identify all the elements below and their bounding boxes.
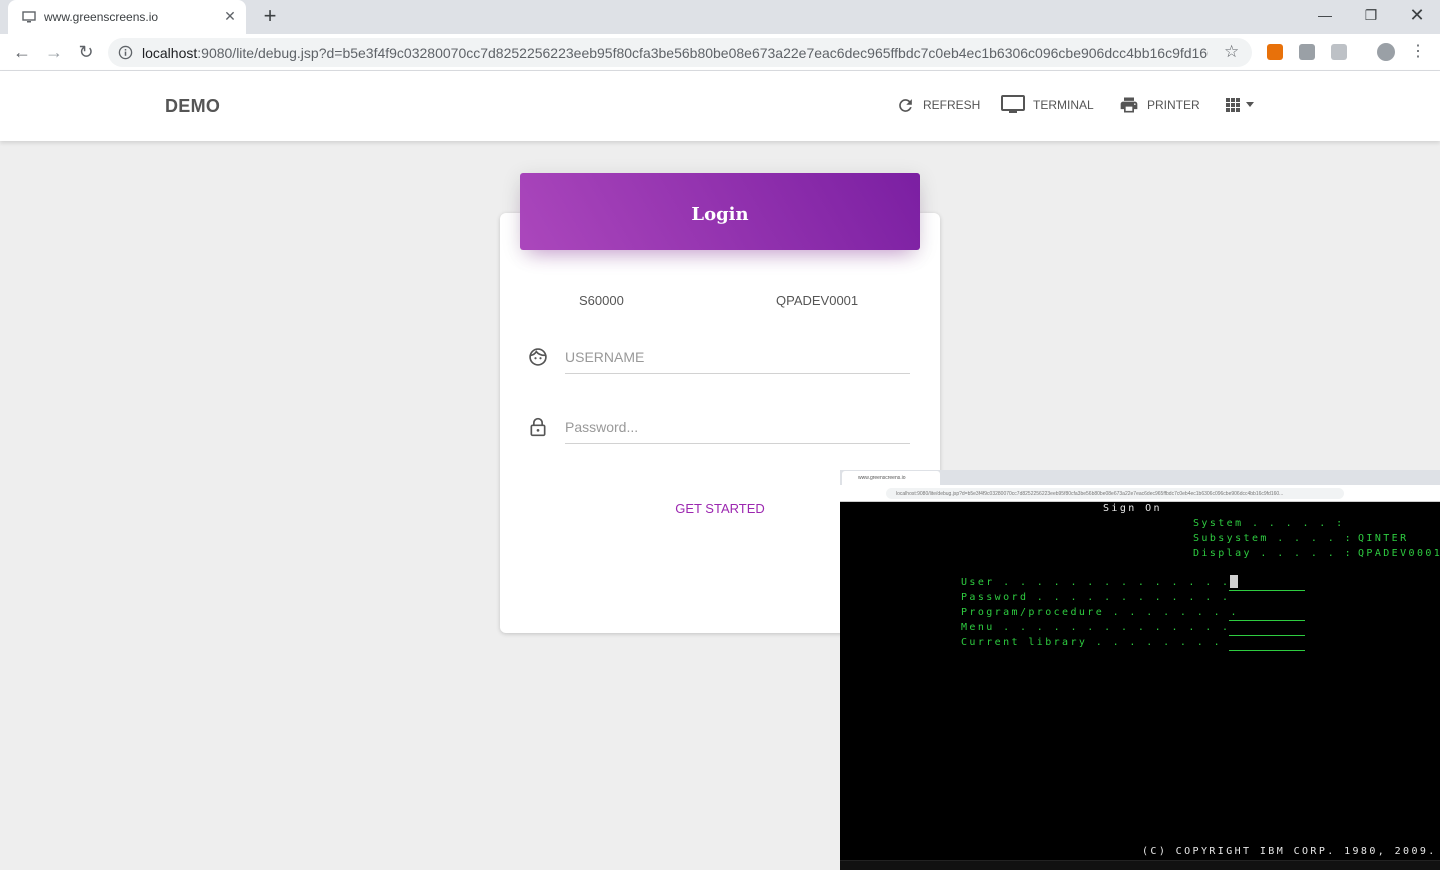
subsystem-label: Subsystem . . . . : <box>1193 533 1353 544</box>
monitor-favicon-icon <box>22 11 36 23</box>
printer-nav-link[interactable]: PRINTER <box>1119 93 1200 117</box>
monitor-icon <box>1001 95 1025 113</box>
refresh-label: REFRESH <box>923 98 981 112</box>
program-field[interactable] <box>1229 620 1305 621</box>
extension-orange-icon[interactable] <box>1267 44 1283 60</box>
restore-window-icon[interactable]: ❐ <box>1348 0 1394 30</box>
lock-icon <box>530 417 546 437</box>
refresh-nav-link[interactable]: REFRESH <box>896 93 980 117</box>
browser-tab[interactable]: www.greenscreens.io ✕ <box>8 0 246 34</box>
username-input[interactable] <box>565 340 910 374</box>
browser-tab-title: www.greenscreens.io <box>44 10 159 24</box>
user-field[interactable] <box>1229 590 1305 591</box>
preview-tab-title: www.greenscreens.io <box>842 471 940 485</box>
copyright-text: (C) COPYRIGHT IBM CORP. 1980, 2009. <box>1142 846 1437 857</box>
program-label: Program/procedure . . . . . . . . <box>961 607 1239 618</box>
subsystem-value: QINTER <box>1358 533 1409 544</box>
library-field[interactable] <box>1229 650 1305 651</box>
printer-label: PRINTER <box>1147 98 1200 112</box>
browser-tab-strip: www.greenscreens.io ✕ + — ❐ ✕ <box>0 0 1440 34</box>
login-card-header: Login <box>520 173 920 250</box>
sign-on-heading: Sign On <box>1103 503 1162 514</box>
preview-toolbar: localhost:9080/lite/debug.jsp?d=b5e3f4f9… <box>840 485 1440 502</box>
minimize-window-icon[interactable]: — <box>1302 0 1348 30</box>
display-label: Display . . . . . : <box>1193 548 1353 559</box>
apps-grid-icon <box>1226 98 1240 112</box>
login-title: Login <box>691 204 749 225</box>
get-started-button[interactable]: GET STARTED <box>660 496 780 520</box>
profile-avatar-icon[interactable] <box>1377 43 1395 61</box>
terminal-preview-window: www.greenscreens.io localhost:9080/lite/… <box>840 470 1440 870</box>
bookmark-star-icon[interactable]: ☆ <box>1224 43 1242 61</box>
app-header: DEMO REFRESH TERMINAL PRINTER <box>0 71 1440 141</box>
url-text: localhost:9080/lite/debug.jsp?d=b5e3f4f9… <box>142 45 1208 61</box>
menu-field[interactable] <box>1229 635 1305 636</box>
brand-title[interactable]: DEMO <box>165 96 220 117</box>
close-tab-icon[interactable]: ✕ <box>222 8 238 24</box>
back-arrow-icon[interactable]: ← <box>10 40 34 64</box>
system-label: System . . . . . : <box>1193 518 1345 529</box>
preview-status-bar <box>840 860 1440 870</box>
new-tab-button[interactable]: + <box>258 5 282 29</box>
apps-menu-dropdown[interactable] <box>1226 93 1254 117</box>
terminal-screen[interactable]: Sign On System . . . . . : Subsystem . .… <box>840 502 1440 862</box>
user-label: User . . . . . . . . . . . . . . <box>961 577 1231 588</box>
close-window-icon[interactable]: ✕ <box>1394 0 1440 30</box>
face-icon <box>529 348 547 366</box>
printer-icon <box>1120 97 1138 113</box>
preview-url: localhost:9080/lite/debug.jsp?d=b5e3f4f9… <box>886 488 1344 499</box>
address-bar[interactable]: localhost:9080/lite/debug.jsp?d=b5e3f4f9… <box>108 38 1252 67</box>
terminal-cursor <box>1230 575 1238 588</box>
browser-toolbar: ← → ↻ localhost:9080/lite/debug.jsp?d=b5… <box>0 34 1440 71</box>
refresh-icon <box>899 98 912 112</box>
caret-down-icon <box>1246 102 1254 107</box>
system-id: S60000 <box>579 293 624 308</box>
device-name: QPADEV0001 <box>776 293 859 308</box>
password-label: Password . . . . . . . . . . . . <box>961 592 1231 603</box>
extension-gray-icon[interactable] <box>1299 44 1315 60</box>
library-label: Current library . . . . . . . . <box>961 637 1223 648</box>
menu-label: Menu . . . . . . . . . . . . . . <box>961 622 1231 633</box>
forward-arrow-icon[interactable]: → <box>42 40 66 64</box>
extension-g-icon[interactable] <box>1331 44 1347 60</box>
browser-menu-icon[interactable]: ⋮ <box>1406 40 1430 64</box>
reload-icon[interactable]: ↻ <box>74 40 98 64</box>
display-value: QPADEV0001 <box>1358 548 1440 559</box>
site-info-icon[interactable] <box>118 45 133 60</box>
password-input[interactable] <box>565 410 910 444</box>
terminal-label: TERMINAL <box>1033 98 1094 112</box>
preview-tab-strip: www.greenscreens.io <box>840 470 1440 485</box>
terminal-nav-link[interactable]: TERMINAL <box>1001 93 1094 117</box>
